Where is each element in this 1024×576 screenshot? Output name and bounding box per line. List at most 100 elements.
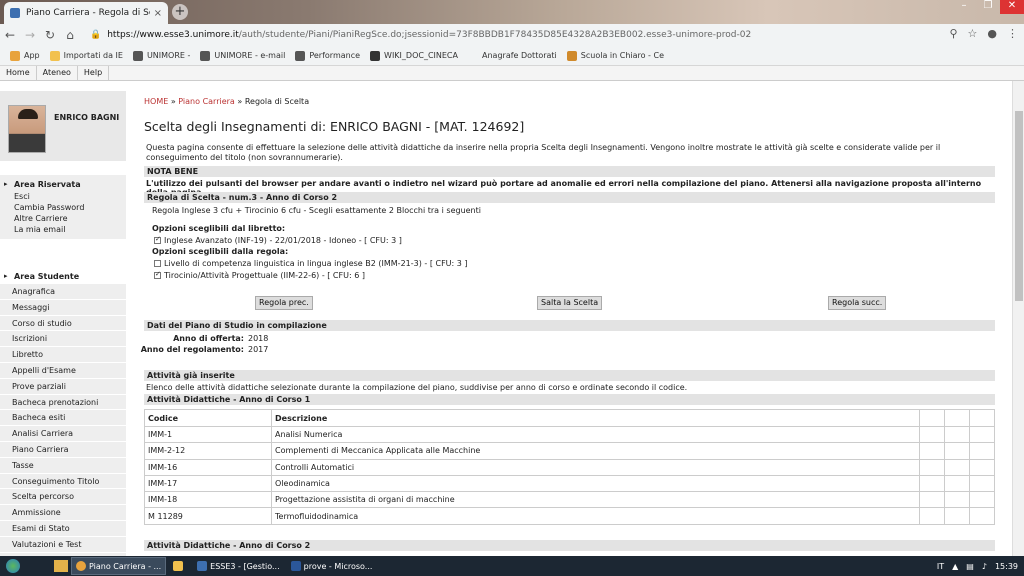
wiki-icon: [370, 50, 381, 61]
esse3-app-icon: [197, 561, 208, 571]
sidebar-item-scelta-percorso[interactable]: Scelta percorso: [0, 489, 126, 506]
anno2-header: Attività Didattiche - Anno di Corso 2: [144, 540, 995, 551]
checkbox[interactable]: [154, 235, 161, 244]
bookmark-item[interactable]: UNIMORE -: [132, 50, 190, 61]
checkbox[interactable]: [154, 270, 161, 279]
sidebar-item-ammissione[interactable]: Ammissione: [0, 505, 126, 521]
bookmark-item[interactable]: Importati da IE: [49, 50, 123, 61]
blank-page-icon: [468, 50, 478, 61]
anno-offerta-label: Anno di offerta:: [173, 334, 244, 343]
reload-icon[interactable]: ↻: [40, 28, 60, 42]
bookmark-item[interactable]: WIKI_DOC_CINECA: [370, 50, 458, 61]
nav-help[interactable]: Help: [78, 66, 110, 80]
scrollbar-thumb[interactable]: [1015, 111, 1023, 301]
sidebar-item-corso-di-studio[interactable]: Corso di studio: [0, 316, 126, 332]
sidebar-item-tasse[interactable]: Tasse: [0, 458, 126, 474]
user-profile: ENRICO BAGNI: [0, 91, 126, 161]
area-riservata-title[interactable]: Area Riservata: [0, 178, 126, 191]
esse3-favicon-icon: [10, 8, 20, 18]
checkbox[interactable]: [154, 260, 161, 267]
sidebar-link-esci[interactable]: Esci: [0, 191, 126, 202]
col-descrizione: Descrizione: [271, 409, 920, 427]
bookmark-star-icon[interactable]: ☆: [968, 27, 978, 40]
regola-option[interactable]: Livello di competenza linguistica in lin…: [154, 259, 468, 268]
breadcrumb-home[interactable]: HOME: [144, 97, 168, 106]
nav-home[interactable]: Home: [0, 66, 37, 80]
breadcrumb-current: Regola di Scelta: [244, 97, 310, 106]
sidebar-item-bacheca-esiti[interactable]: Bacheca esiti: [0, 410, 126, 427]
address-bar[interactable]: 🔒 https://www.esse3.unimore.it/auth/stud…: [90, 27, 950, 43]
forward-arrow-icon[interactable]: →: [20, 28, 40, 42]
chrome-icon: [76, 561, 86, 571]
bookmark-item[interactable]: App: [10, 50, 40, 61]
sidebar-link-mia-email[interactable]: La mia email: [0, 224, 126, 235]
start-button[interactable]: [0, 556, 26, 576]
bookmark-item[interactable]: UNIMORE - e-mail: [200, 50, 285, 61]
table-header-row: Codice Descrizione: [144, 409, 995, 427]
url-path: /auth/studente/Piani/PianiRegSce.do;jses…: [238, 30, 752, 40]
regola-prec-button[interactable]: Regola prec.: [255, 296, 313, 310]
minimize-icon[interactable]: –: [952, 0, 976, 14]
breadcrumb-piano-carriera[interactable]: Piano Carriera: [178, 97, 235, 106]
libretto-option[interactable]: Inglese Avanzato (INF-19) - 22/01/2018 -…: [154, 235, 402, 245]
maximize-icon[interactable]: ❐: [976, 0, 1000, 14]
sidebar-item-bacheca-prenotazioni[interactable]: Bacheca prenotazioni: [0, 395, 126, 411]
network-icon[interactable]: ▤: [966, 562, 974, 571]
taskbar-app-notes[interactable]: [169, 557, 190, 575]
account-icon[interactable]: ●: [987, 27, 997, 40]
tab-close-icon[interactable]: ×: [154, 8, 162, 19]
nav-ateneo[interactable]: Ateneo: [37, 66, 78, 80]
clock[interactable]: 15:39: [995, 562, 1018, 571]
taskbar-app-word[interactable]: prove - Microso...: [287, 557, 377, 575]
taskbar-app-chrome[interactable]: Piano Carriera - ...: [71, 557, 167, 575]
language-indicator[interactable]: IT: [937, 562, 944, 571]
user-photo: [8, 105, 46, 153]
file-explorer-icon[interactable]: [54, 560, 68, 572]
sidebar-item-messaggi[interactable]: Messaggi: [0, 300, 126, 316]
bookmark-item[interactable]: Performance: [295, 50, 360, 61]
sidebar-item-prove-parziali[interactable]: Prove parziali: [0, 379, 126, 395]
sidebar-item-conseguimento-titolo[interactable]: Conseguimento Titolo: [0, 474, 126, 490]
volume-icon[interactable]: ♪: [982, 562, 987, 571]
sidebar-item-appelli[interactable]: Appelli d'Esame: [0, 363, 126, 379]
table-row: M 11289 Termofluidodinamica: [144, 507, 995, 525]
table-row: IMM-16 Controlli Automatici: [144, 458, 995, 476]
browser-tab[interactable]: Piano Carriera - Regola di Scelta ×: [4, 2, 168, 24]
sidebar-item-anagrafica[interactable]: Anagrafica: [0, 284, 126, 300]
taskbar-app-esse3[interactable]: ESSE3 - [Gestio...: [193, 557, 283, 575]
window-controls: – ❐ ✕: [952, 0, 1024, 14]
page-title: Scelta degli Insegnamenti di: ENRICO BAG…: [144, 119, 525, 134]
sidebar-item-esami-di-stato[interactable]: Esami di Stato: [0, 521, 126, 537]
windows-logo-icon: [6, 559, 20, 573]
menu-kebab-icon[interactable]: ⋮: [1007, 27, 1018, 40]
tray-arrow-icon[interactable]: ▲: [952, 562, 958, 571]
sidebar-item-iscrizioni[interactable]: Iscrizioni: [0, 331, 126, 348]
page-scrollbar[interactable]: [1012, 81, 1024, 556]
new-tab-button[interactable]: +: [172, 4, 188, 20]
sidebar-item-valutazioni-test[interactable]: Valutazioni e Test: [0, 537, 126, 553]
area-studente-title[interactable]: Area Studente: [0, 269, 126, 284]
apps-grid-icon: [10, 50, 20, 61]
salta-scelta-button[interactable]: Salta la Scelta: [537, 296, 603, 310]
back-arrow-icon[interactable]: ←: [0, 28, 20, 42]
zoom-search-icon[interactable]: ⚲: [949, 27, 957, 40]
bookmark-item[interactable]: Anagrafe Dottorati: [468, 50, 557, 61]
taskbar: Piano Carriera - ... ESSE3 - [Gestio... …: [0, 556, 1024, 576]
anno-offerta-value: 2018: [248, 334, 269, 343]
table-row: IMM-17 Oleodinamica: [144, 474, 995, 493]
bookmark-item[interactable]: Scuola in Chiaro - Ce: [566, 50, 664, 61]
sidebar-link-altre-carriere[interactable]: Altre Carriere: [0, 213, 126, 224]
anno-regolamento-row: Anno del regolamento: 2017: [140, 345, 269, 354]
intro-text: Questa pagina consente di effettuare la …: [146, 143, 941, 162]
regola-succ-button[interactable]: Regola succ.: [828, 296, 887, 310]
regola-option[interactable]: Tirocinio/Attività Progettuale (IIM-22-6…: [154, 270, 365, 280]
close-window-icon[interactable]: ✕: [1000, 0, 1024, 14]
home-icon[interactable]: ⌂: [60, 28, 80, 42]
anno1-header: Attività Didattiche - Anno di Corso 1: [144, 394, 995, 405]
sidebar-item-libretto[interactable]: Libretto: [0, 347, 126, 363]
sidebar-item-analisi-carriera[interactable]: Analisi Carriera: [0, 426, 126, 442]
word-icon: [290, 561, 301, 571]
sidebar-link-cambia-password[interactable]: Cambia Password: [0, 202, 126, 213]
anno-offerta-row: Anno di offerta: 2018: [140, 334, 268, 343]
sidebar-item-piano-carriera[interactable]: Piano Carriera: [0, 442, 126, 458]
